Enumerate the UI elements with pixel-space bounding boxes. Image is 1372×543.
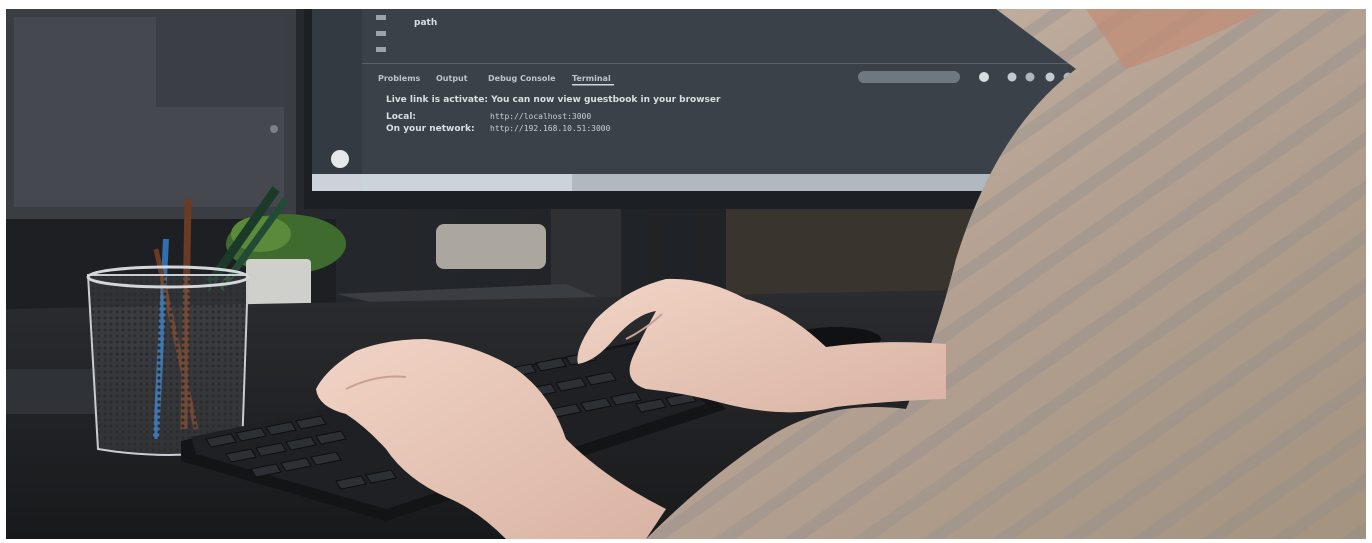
tab-output[interactable]: Output [436, 74, 468, 83]
terminal-line: Live link is activate: You can now view … [386, 95, 721, 105]
activity-icon [331, 150, 349, 168]
local-label: Local: [386, 112, 416, 122]
trash-icon[interactable] [1025, 72, 1035, 82]
tab-problems[interactable]: Problems [378, 74, 421, 83]
main-monitor: path Problems Output Debug Console Termi… [304, 9, 1088, 209]
network-url: http://192.168.10.51:3000 [490, 124, 611, 133]
maximize-icon[interactable] [1045, 72, 1055, 82]
tab-terminal[interactable]: Terminal [572, 74, 611, 83]
network-label: On your network: [386, 124, 475, 134]
desk-photo: path Problems Output Debug Console Termi… [6, 9, 1366, 539]
local-url: http://localhost:3000 [490, 112, 591, 121]
add-terminal-icon[interactable] [979, 72, 989, 82]
split-terminal-icon[interactable] [1007, 72, 1017, 82]
code-line: path [414, 18, 437, 28]
terminal-select[interactable] [858, 71, 960, 83]
tab-debug-console[interactable]: Debug Console [488, 74, 556, 83]
